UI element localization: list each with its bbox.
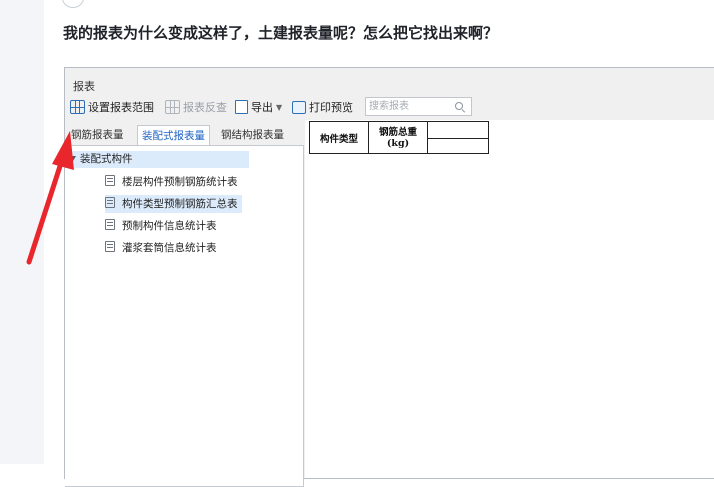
annotation-arrow <box>26 131 74 265</box>
arrow-shaft <box>26 157 65 265</box>
arrow-head <box>52 131 74 170</box>
